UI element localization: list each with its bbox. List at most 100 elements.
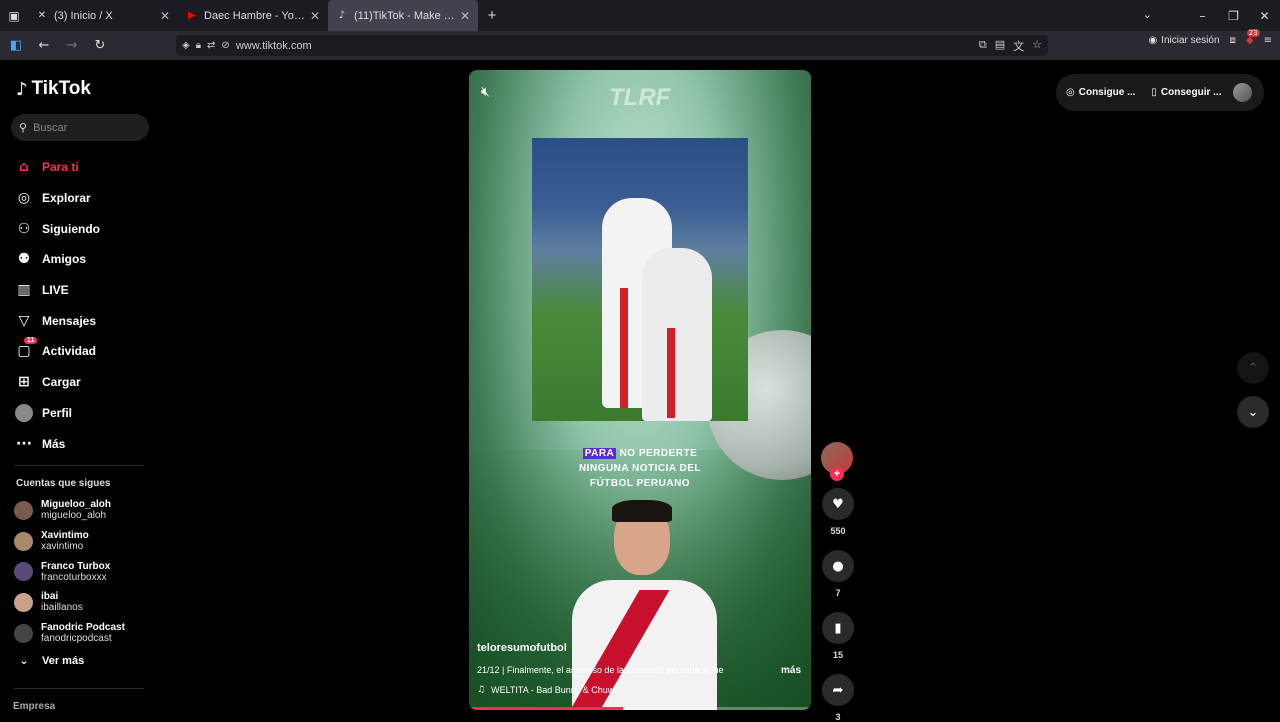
- reader-view-icon[interactable]: ▤: [995, 38, 1005, 54]
- sidebar-item-explorar[interactable]: ◎ Explorar: [14, 183, 100, 214]
- following-handle: fanodricpodcast: [41, 633, 112, 645]
- video-username[interactable]: teloresumofutbol: [477, 642, 567, 654]
- next-video-button[interactable]: ⌄: [1237, 396, 1269, 428]
- search-input[interactable]: [33, 121, 134, 134]
- live-icon: ▥: [17, 282, 31, 299]
- following-item[interactable]: Fanodric Podcast fanodricpodcast: [14, 618, 125, 649]
- tab-title: (11)TikTok - Make Your Day: [354, 9, 456, 22]
- close-icon[interactable]: ✕: [310, 9, 320, 23]
- lock-icon[interactable]: 🔒︎: [196, 40, 201, 51]
- get-app-button[interactable]: ▯ Conseguir ...: [1151, 87, 1221, 98]
- sidebar-item-label: Perfil: [42, 405, 73, 420]
- back-icon[interactable]: ←: [32, 34, 56, 58]
- following-title: Cuentas que sigues: [16, 478, 111, 489]
- sidebar-item-label: Cargar: [42, 375, 81, 390]
- menu-icon[interactable]: ≡: [1264, 35, 1272, 46]
- sidebar-item-amigos[interactable]: ⚉ Amigos: [14, 244, 100, 275]
- browser-tab-tiktok[interactable]: ♪ (11)TikTok - Make Your Day ✕: [328, 0, 478, 31]
- following-handle: xavintimo: [41, 541, 84, 553]
- chevron-down-icon[interactable]: ⌄: [1143, 8, 1152, 21]
- music-note-icon: ♫: [477, 685, 486, 695]
- following-icon: ⚇: [17, 220, 31, 237]
- sidebar-item-live[interactable]: ▥ LIVE: [14, 275, 100, 306]
- jersey-stripe: [667, 328, 675, 418]
- search-icon[interactable]: ⚲: [19, 121, 27, 134]
- url-text[interactable]: www.tiktok.com: [236, 40, 312, 52]
- creator-avatar[interactable]: +: [821, 442, 853, 481]
- ublock-icon[interactable]: ◆ 23: [1246, 29, 1260, 46]
- avatar[interactable]: [1233, 83, 1252, 102]
- translate-icon[interactable]: 文: [1013, 38, 1024, 54]
- close-icon[interactable]: ✕: [460, 9, 470, 23]
- sidebar-item-mas[interactable]: ··· Más: [14, 428, 100, 459]
- following-item[interactable]: ibai ibaillanos: [14, 587, 125, 618]
- sidebar-item-label: Más: [42, 436, 66, 451]
- sidebar-item-mensajes[interactable]: ▽ Mensajes: [14, 305, 100, 336]
- following-item[interactable]: Migueloo_aloh migueloo_aloh: [14, 495, 125, 526]
- permissions-icon[interactable]: ⇄: [207, 40, 215, 51]
- presenter-hair: [612, 500, 672, 522]
- sidebar-item-perfil[interactable]: Perfil: [14, 398, 100, 429]
- picture-in-picture-icon[interactable]: ⧉: [979, 38, 987, 54]
- friends-icon: ⚉: [17, 251, 31, 268]
- more-button[interactable]: más: [781, 665, 801, 676]
- sidebar-nav: ⌂ Para ti ◎ Explorar ⚇ Siguiendo ⚉ Amigo…: [14, 152, 100, 459]
- company-link[interactable]: Empresa: [13, 701, 55, 712]
- restore-icon[interactable]: ❐: [1218, 9, 1249, 23]
- follow-plus-button[interactable]: +: [830, 467, 844, 481]
- browser-tab-x[interactable]: ✕ (3) Inicio / X ✕: [28, 0, 178, 31]
- following-handle: migueloo_aloh: [41, 510, 107, 522]
- video-description: 21/12 | Finalmente, el amistoso de la se…: [477, 665, 724, 675]
- account-icon: ◉: [1148, 35, 1158, 46]
- close-icon[interactable]: ✕: [160, 9, 170, 23]
- camera-blocked-icon[interactable]: ⊘: [221, 40, 229, 51]
- avatar: [14, 592, 33, 612]
- shield-icon[interactable]: ◈: [182, 40, 190, 51]
- following-handle: francoturboxxx: [41, 571, 107, 583]
- following-name: ibai: [41, 591, 59, 603]
- save-action[interactable]: ▮ 15: [821, 612, 855, 660]
- search-box[interactable]: ⚲: [11, 114, 149, 141]
- new-tab-button[interactable]: +: [478, 7, 506, 24]
- video-player[interactable]: 🔇︎ TLRF PARA NO PERDERTE NINGUNA NOTICIA…: [469, 70, 811, 710]
- browser-tab-youtube[interactable]: ▶ Daec Hambre - YouTube ✕: [178, 0, 328, 31]
- reload-icon[interactable]: ↻: [88, 34, 112, 58]
- forward-icon[interactable]: →: [60, 34, 84, 58]
- share-icon[interactable]: ➦: [822, 674, 854, 706]
- sidebar-item-cargar[interactable]: ⊞ Cargar: [14, 367, 100, 398]
- video-music[interactable]: ♫ WELTITA - Bad Bunny & Chuwi: [477, 685, 616, 695]
- minimize-icon[interactable]: –: [1187, 9, 1218, 23]
- previous-video-button[interactable]: ⌃: [1237, 352, 1269, 384]
- url-bar[interactable]: ◈ 🔒︎ ⇄ ⊘ www.tiktok.com ⧉ ▤ 文 ☆: [176, 35, 1048, 56]
- bookmark-star-icon[interactable]: ☆: [1032, 38, 1042, 54]
- coin-icon: ◎: [1066, 87, 1075, 98]
- see-more-button[interactable]: ⌄ Ver más: [14, 654, 84, 667]
- heart-icon[interactable]: ♥: [822, 488, 854, 520]
- sidebar-toggle-icon[interactable]: ◧: [4, 34, 28, 58]
- comment-icon[interactable]: ●: [822, 550, 854, 582]
- divider: [14, 465, 144, 466]
- signin-button[interactable]: ◉ Iniciar sesión: [1148, 35, 1219, 46]
- sidebar-item-para-ti[interactable]: ⌂ Para ti: [14, 152, 100, 183]
- browser-tab-bar: ▣ ✕ (3) Inicio / X ✕ ▶ Daec Hambre - You…: [0, 0, 1280, 31]
- following-item[interactable]: Franco Turbox francoturboxxx: [14, 556, 125, 587]
- comment-action[interactable]: ● 7: [821, 550, 855, 598]
- share-count: 3: [835, 712, 841, 722]
- get-coins-button[interactable]: ◎ Consigue ...: [1066, 87, 1135, 98]
- close-window-icon[interactable]: ✕: [1249, 9, 1280, 23]
- extensions-icon[interactable]: ⧈: [1230, 35, 1236, 46]
- tiktok-page: ♪ TikTok ⚲ ⌂ Para ti ◎ Explorar ⚇ Siguie…: [0, 60, 1280, 722]
- tab-list-icon[interactable]: ▣: [0, 0, 28, 31]
- presenter-figure: [564, 500, 717, 710]
- video-progress-bar[interactable]: [469, 707, 811, 710]
- sidebar-item-siguiendo[interactable]: ⚇ Siguiendo: [14, 213, 100, 244]
- share-action[interactable]: ➦ 3: [821, 674, 855, 722]
- sidebar-item-actividad[interactable]: ▢ 11 Actividad: [14, 336, 100, 367]
- get-coins-label: Consigue ...: [1078, 87, 1136, 98]
- like-action[interactable]: ♥ 550: [821, 488, 855, 536]
- caption-highlight: PARA: [582, 448, 617, 459]
- following-item[interactable]: Xavintimo xavintimo: [14, 526, 125, 557]
- mute-icon[interactable]: 🔇︎: [481, 84, 490, 100]
- tiktok-logo[interactable]: ♪ TikTok: [16, 78, 91, 100]
- bookmark-icon[interactable]: ▮: [822, 612, 854, 644]
